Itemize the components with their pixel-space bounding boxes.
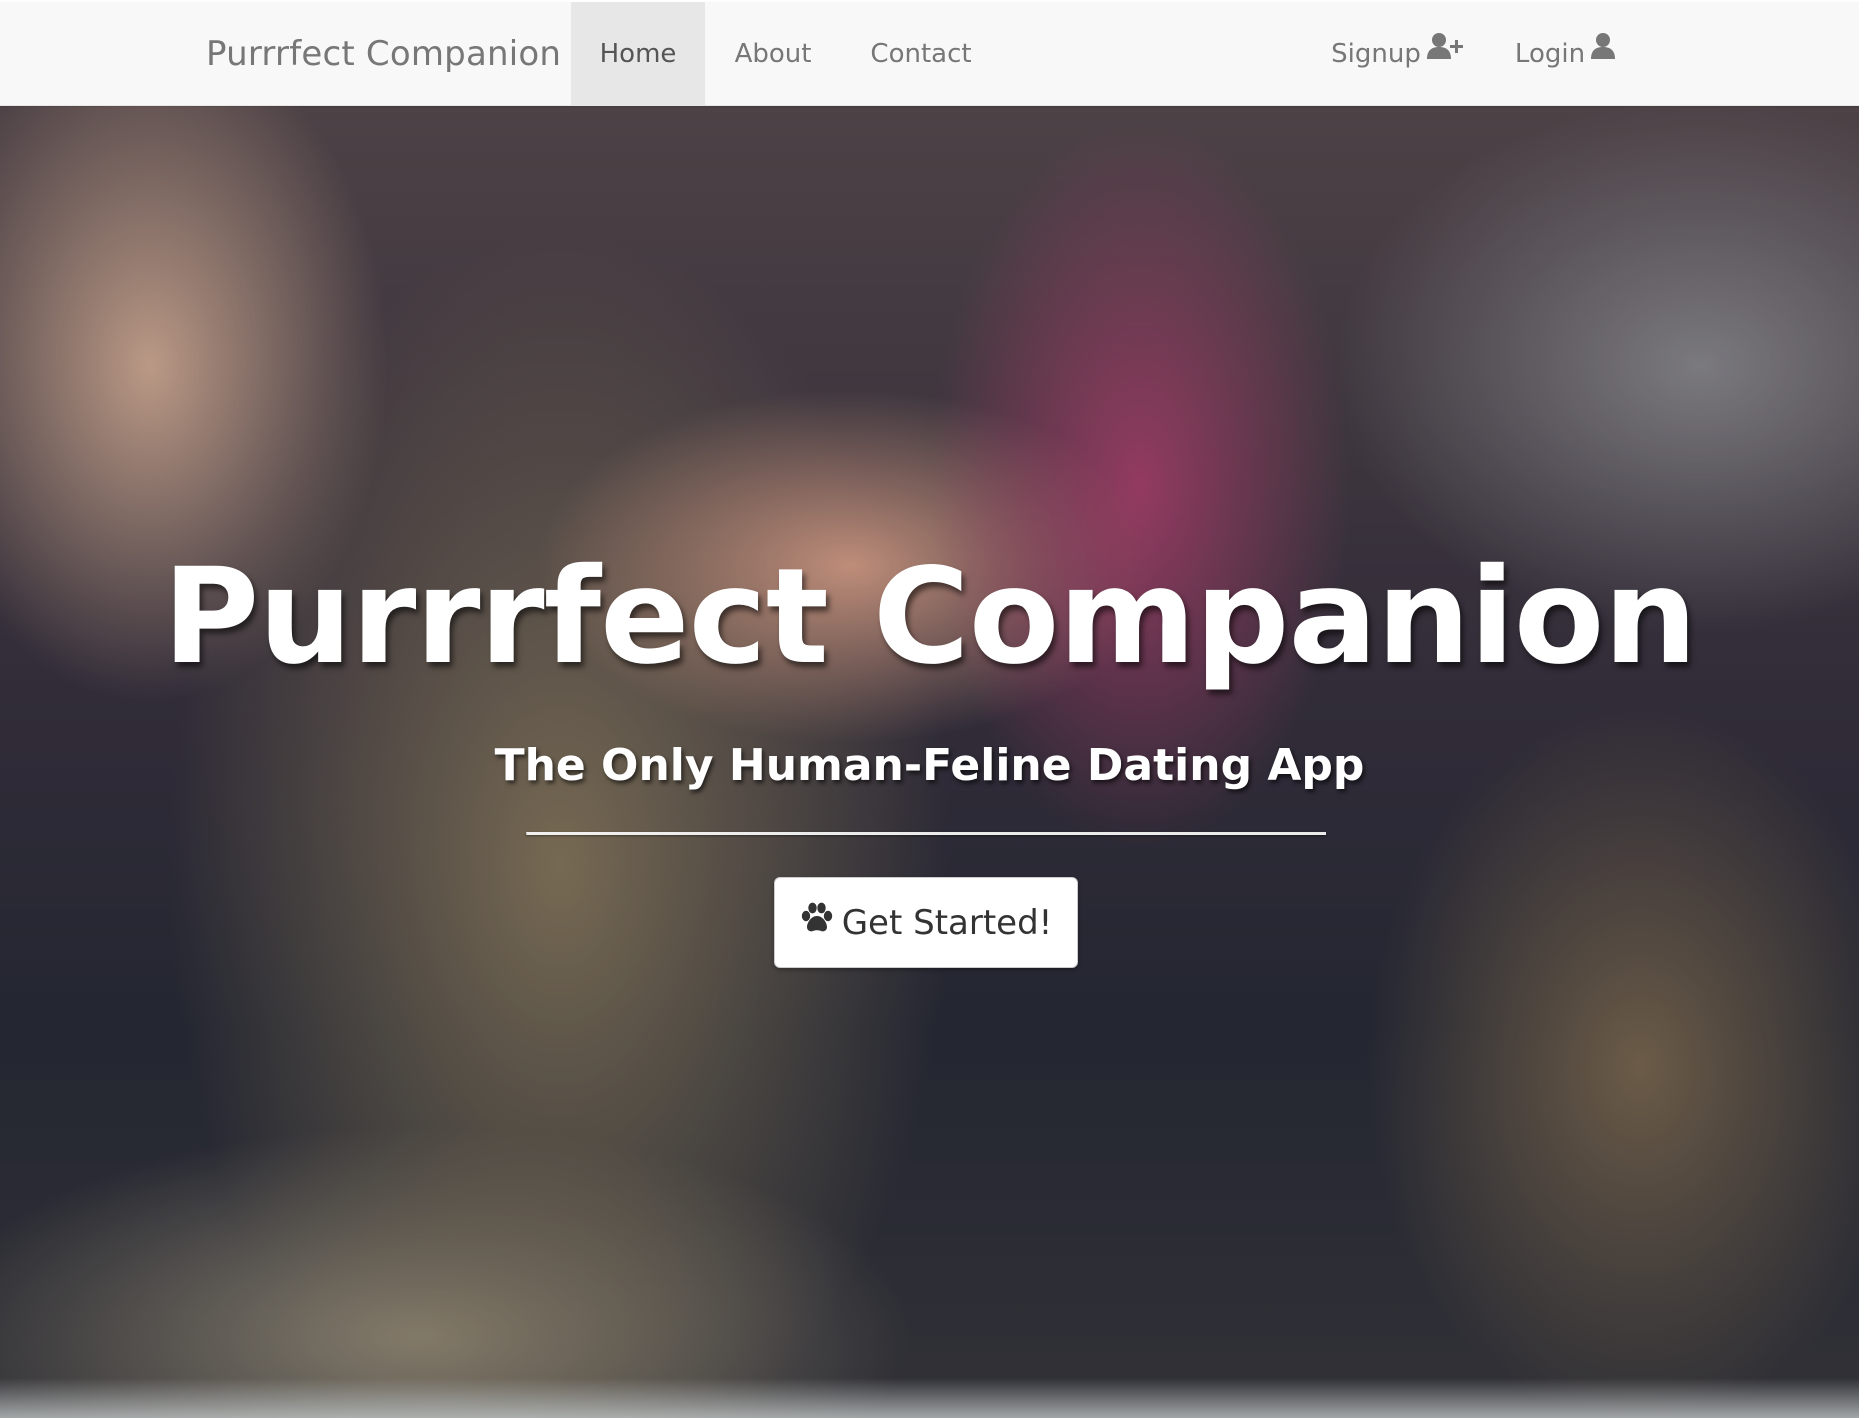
nav-item-contact[interactable]: Contact bbox=[860, 2, 982, 106]
nav-item-about[interactable]: About bbox=[720, 2, 826, 106]
window-edge bbox=[1859, 0, 1871, 1418]
page: Purrrfect Companion Home About Contact S… bbox=[0, 0, 1871, 1418]
nav-item-home[interactable]: Home bbox=[571, 2, 705, 106]
login-label: Login bbox=[1514, 39, 1586, 69]
navbar-brand[interactable]: Purrrfect Companion bbox=[206, 2, 561, 106]
paw-icon bbox=[800, 902, 834, 943]
signup-label: Signup bbox=[1331, 39, 1421, 69]
hero-title: Purrrfect Companion bbox=[162, 540, 1698, 694]
user-plus-icon bbox=[1426, 0, 1463, 104]
navbar: Purrrfect Companion Home About Contact S… bbox=[0, 2, 1859, 106]
hero-floor-shade bbox=[0, 1378, 1859, 1418]
nav-item-login[interactable]: Login bbox=[1508, 2, 1622, 106]
nav-item-signup[interactable]: Signup bbox=[1322, 2, 1472, 106]
hero-divider bbox=[526, 832, 1326, 835]
user-icon bbox=[1591, 0, 1616, 104]
get-started-button[interactable]: Get Started! bbox=[774, 877, 1078, 968]
hero-subtitle: The Only Human-Feline Dating App bbox=[494, 740, 1365, 791]
viewport: Purrrfect Companion Home About Contact S… bbox=[0, 0, 1859, 1418]
get-started-label: Get Started! bbox=[841, 902, 1053, 943]
